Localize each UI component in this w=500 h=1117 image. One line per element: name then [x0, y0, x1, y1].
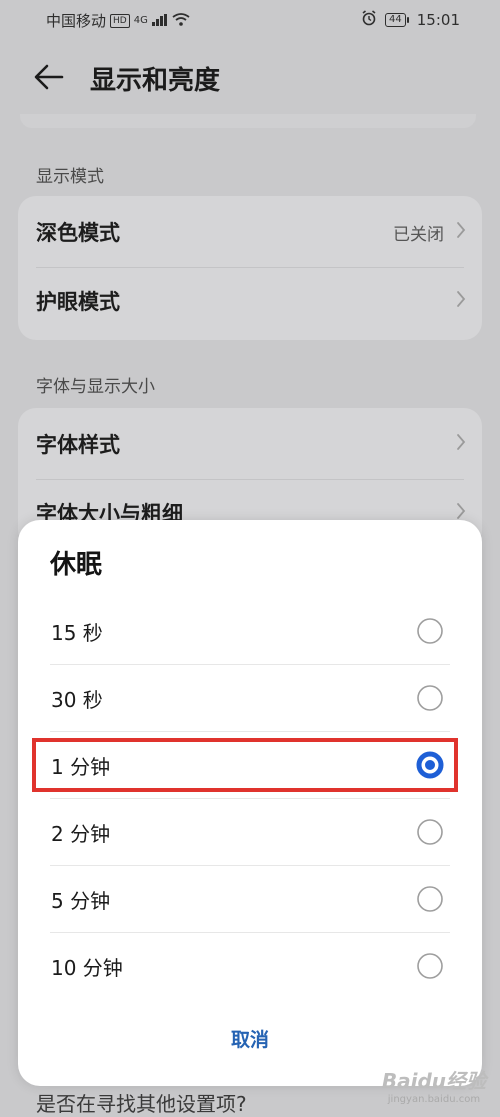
watermark: Baidu经验 jingyan.baidu.com: [382, 1065, 486, 1105]
radio-unchecked-icon[interactable]: [416, 617, 444, 645]
option-label: 30 秒: [51, 688, 103, 712]
page-title: 显示和亮度: [90, 66, 221, 96]
option-30s[interactable]: 30 秒: [18, 665, 482, 732]
option-5min[interactable]: 5 分钟: [18, 866, 482, 933]
option-label: 5 分钟: [51, 889, 111, 913]
dark-mode-value: 已关闭: [393, 224, 444, 245]
section-header-font-display: 字体与显示大小: [36, 377, 155, 397]
dark-mode-row[interactable]: 深色模式 已关闭: [18, 196, 482, 268]
font-style-row[interactable]: 字体样式: [18, 408, 482, 480]
sleep-dialog: 休眠 15 秒 30 秒 1 分钟 2 分钟 5 分钟 10 分钟 取消: [18, 520, 482, 1086]
status-bar: 中国移动 HD 4G 44 15:01: [0, 0, 500, 40]
watermark-logo: Baidu经验: [381, 1069, 486, 1093]
option-10min[interactable]: 10 分钟: [18, 933, 482, 1000]
font-style-label: 字体样式: [36, 433, 120, 457]
battery-level: 44: [385, 13, 406, 27]
wifi-icon: [172, 12, 190, 30]
option-label: 15 秒: [51, 621, 103, 645]
battery-icon: 44: [385, 13, 409, 27]
radio-unchecked-icon[interactable]: [416, 952, 444, 980]
selection-highlight-box: [32, 738, 458, 792]
cancel-button[interactable]: 取消: [200, 1020, 300, 1060]
section-header-display-mode: 显示模式: [36, 167, 104, 187]
eye-comfort-label: 护眼模式: [36, 290, 120, 314]
dark-mode-label: 深色模式: [36, 221, 120, 245]
watermark-url: jingyan.baidu.com: [387, 1094, 481, 1105]
chevron-right-icon: [456, 290, 466, 312]
eye-comfort-row[interactable]: 护眼模式: [18, 268, 482, 334]
radio-unchecked-icon[interactable]: [416, 684, 444, 712]
previous-card-edge: [20, 114, 476, 128]
option-2min[interactable]: 2 分钟: [18, 799, 482, 866]
radio-unchecked-icon[interactable]: [416, 818, 444, 846]
network-type: 4G: [133, 15, 148, 26]
app-bar: 显示和亮度: [0, 52, 500, 102]
hd-icon: HD: [110, 13, 130, 28]
back-button[interactable]: [30, 58, 68, 96]
chevron-right-icon: [456, 433, 466, 455]
search-other-settings-prompt: 是否在寻找其他设置项?: [36, 1092, 247, 1116]
option-label: 2 分钟: [51, 822, 111, 846]
carrier-name: 中国移动: [46, 12, 107, 30]
signal-icon: [151, 12, 168, 30]
clock: 15:01: [416, 11, 460, 29]
display-mode-card: 深色模式 已关闭 护眼模式: [18, 196, 482, 340]
back-arrow-icon: [34, 64, 64, 90]
dialog-title: 休眠: [50, 550, 103, 580]
option-15s[interactable]: 15 秒: [18, 598, 482, 665]
alarm-icon: [361, 10, 377, 30]
option-label: 10 分钟: [51, 956, 123, 980]
radio-unchecked-icon[interactable]: [416, 885, 444, 913]
chevron-right-icon: [456, 221, 466, 243]
